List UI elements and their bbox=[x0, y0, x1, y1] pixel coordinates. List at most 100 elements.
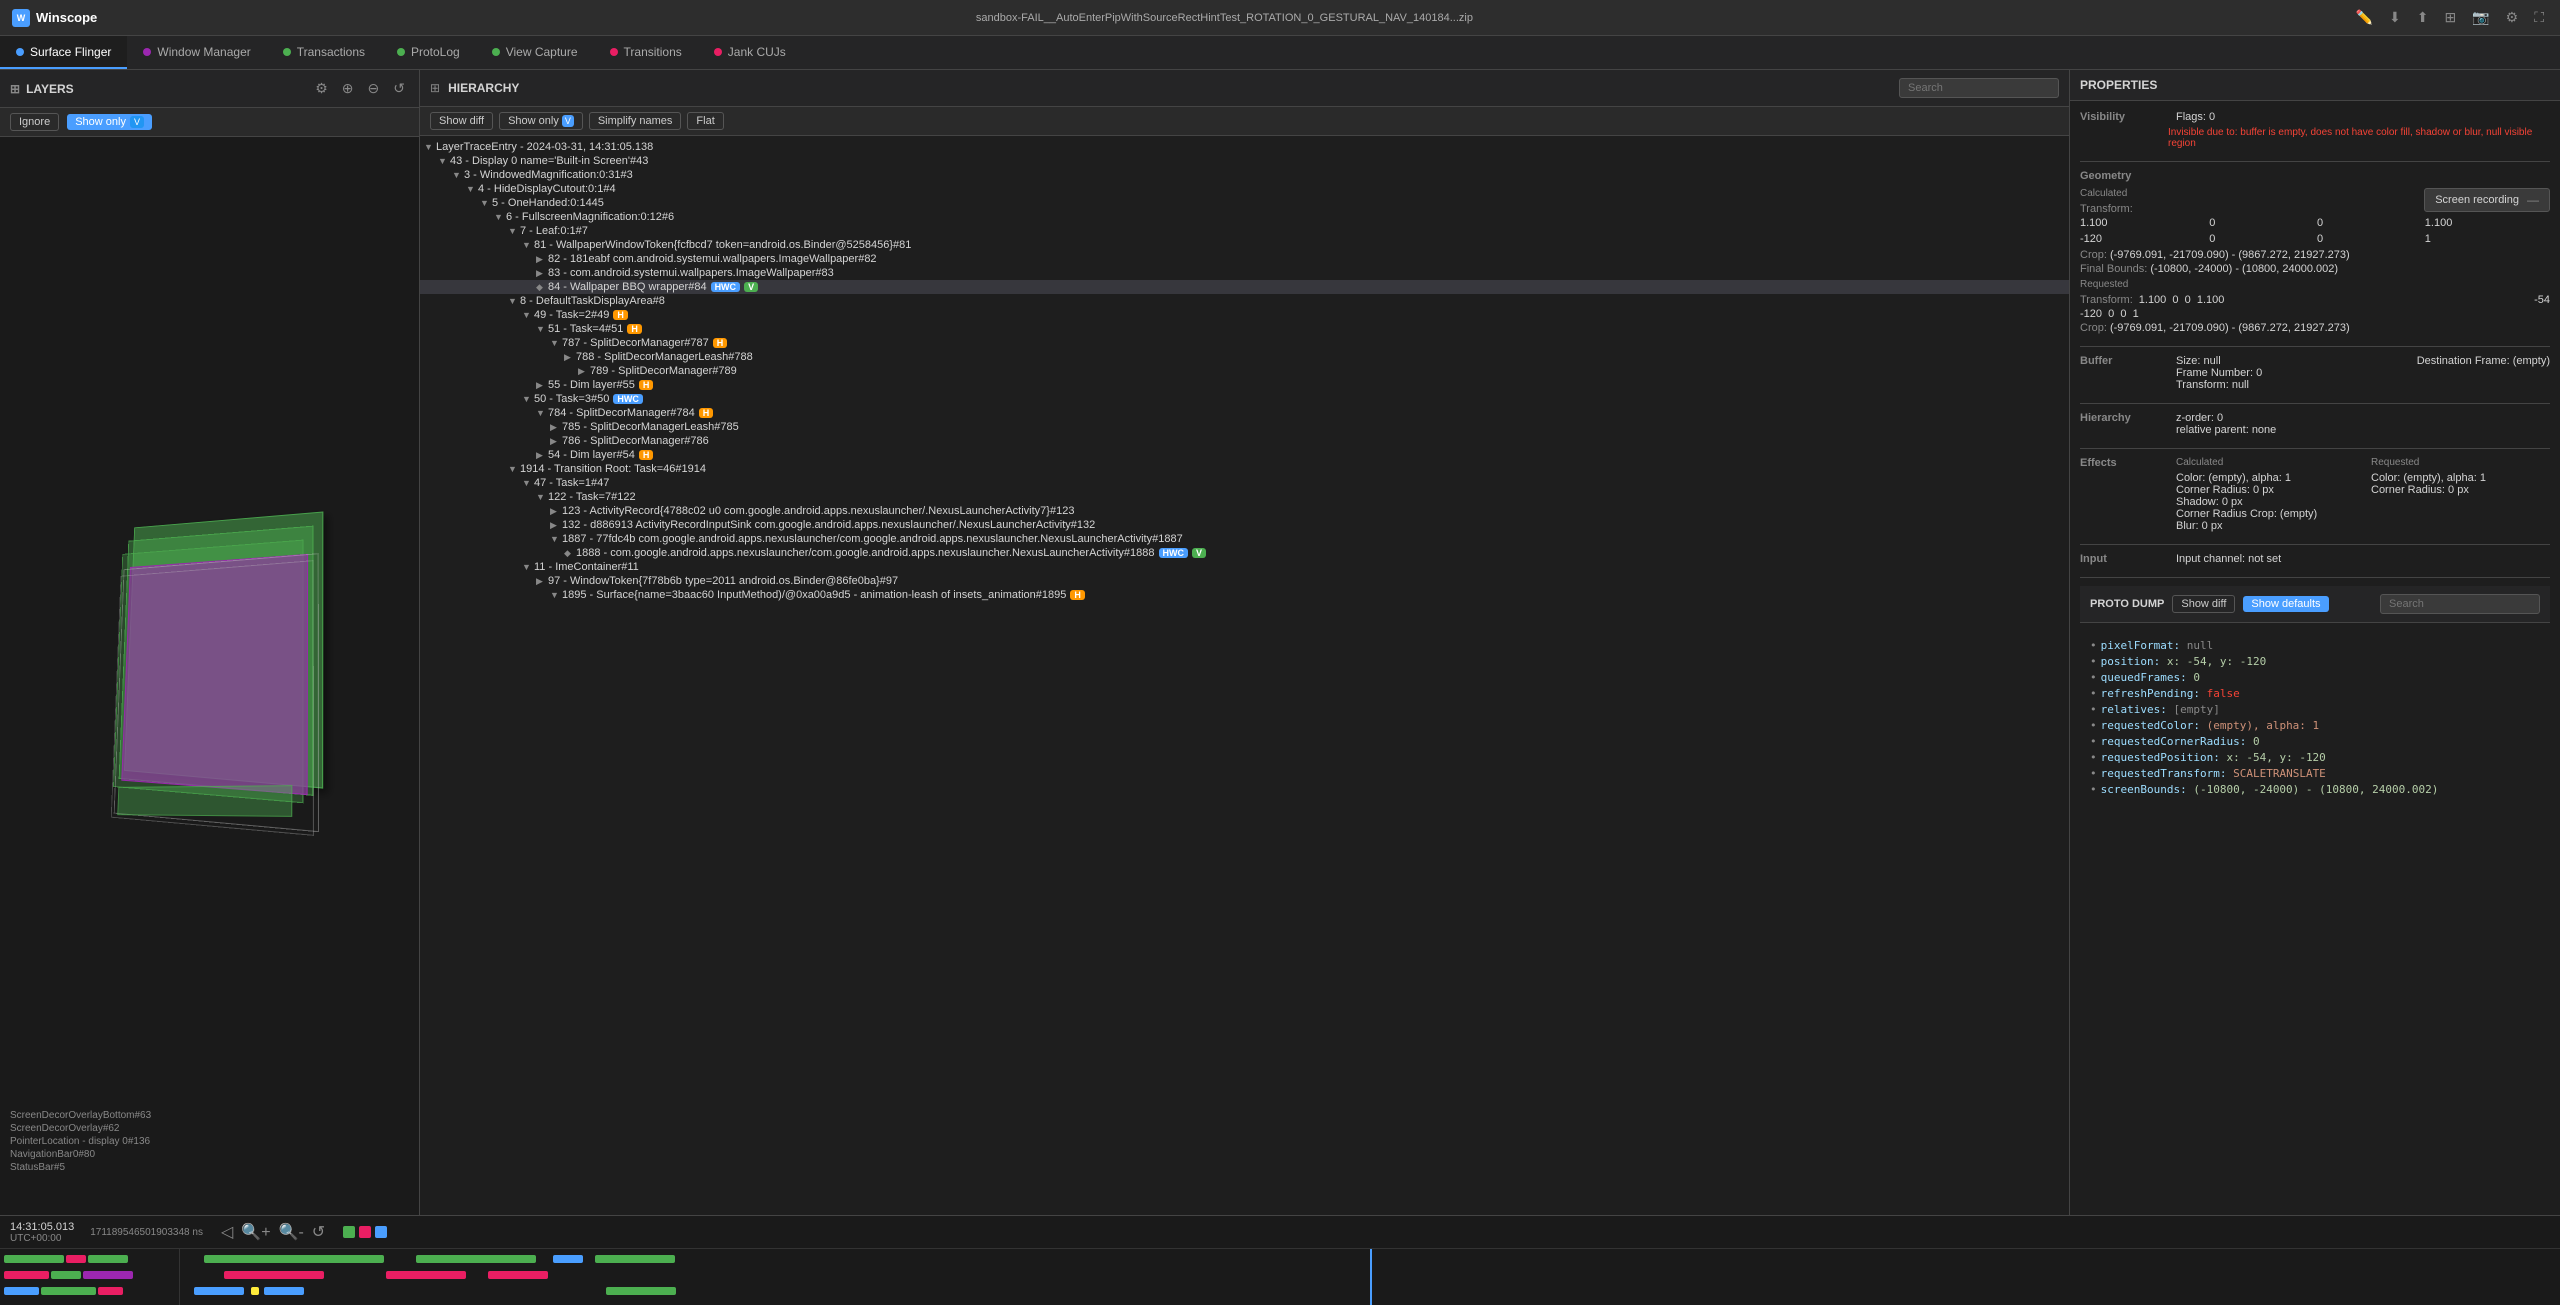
nav-zoom-in-button[interactable]: 🔍+ bbox=[239, 1220, 272, 1244]
hierarchy-show-only-button[interactable]: Show only V bbox=[499, 112, 583, 130]
tab-transitions[interactable]: Transitions bbox=[594, 36, 698, 69]
tree-row[interactable]: ▼49 - Task=2#49H bbox=[420, 308, 2069, 322]
tree-row[interactable]: ▶785 - SplitDecorManagerLeash#785 bbox=[420, 420, 2069, 434]
upload-icon[interactable]: ⬆ bbox=[2413, 7, 2433, 28]
tree-row[interactable]: ▶132 - d886913 ActivityRecordInputSink c… bbox=[420, 518, 2069, 532]
layer-labels: ScreenDecorOverlayBottom#63 ScreenDecorO… bbox=[10, 1110, 151, 1175]
tl-bar-main bbox=[251, 1287, 259, 1295]
tab-jank-cujs[interactable]: Jank CUJs bbox=[698, 36, 802, 69]
tree-row[interactable]: ◆84 - Wallpaper BBQ wrapper#84HWCV bbox=[420, 280, 2069, 294]
tree-row[interactable]: ▼11 - ImeContainer#11 bbox=[420, 560, 2069, 574]
layers-canvas: ScreenDecorOverlayBottom#63 ScreenDecorO… bbox=[0, 137, 419, 1215]
hierarchy-search[interactable] bbox=[1899, 78, 2059, 98]
tab-surface-flinger[interactable]: Surface Flinger bbox=[0, 36, 127, 69]
tree-badge-v: V bbox=[744, 282, 758, 292]
tree-node-text: 43 - Display 0 name='Built-in Screen'#43 bbox=[450, 155, 648, 167]
tree-arrow: ▶ bbox=[550, 520, 562, 531]
layers-zoom-icon[interactable]: ⊕ bbox=[338, 78, 358, 99]
tree-row[interactable]: ▶83 - com.android.systemui.wallpapers.Im… bbox=[420, 266, 2069, 280]
show-diff-button[interactable]: Show diff bbox=[430, 112, 493, 130]
tree-row[interactable]: ▼1914 - Transition Root: Task=46#1914 bbox=[420, 462, 2069, 476]
layers-settings-icon[interactable]: ⚙ bbox=[311, 78, 332, 99]
tree-row[interactable]: ▼1887 - 77fdc4b com.google.android.apps.… bbox=[420, 532, 2069, 546]
tree-row[interactable]: ▶786 - SplitDecorManager#786 bbox=[420, 434, 2069, 448]
tree-row[interactable]: ▼1895 - Surface{name=3baac60 InputMethod… bbox=[420, 588, 2069, 602]
tree-row[interactable]: ▶788 - SplitDecorManagerLeash#788 bbox=[420, 350, 2069, 364]
tree-row[interactable]: ▼8 - DefaultTaskDisplayArea#8 bbox=[420, 294, 2069, 308]
layers-header: ⊞ LAYERS ⚙ ⊕ ⊖ ↺ bbox=[0, 70, 419, 108]
proto-item: •relatives: [empty] bbox=[2090, 703, 2540, 716]
tab-window-manager[interactable]: Window Manager bbox=[127, 36, 266, 69]
tree-arrow: ▶ bbox=[536, 254, 548, 265]
buffer-section: Buffer Size: null Frame Number: 0 Transf… bbox=[2080, 355, 2550, 391]
edit-icon[interactable]: ✏️ bbox=[2352, 7, 2377, 28]
tree-node-text: 785 - SplitDecorManagerLeash#785 bbox=[562, 421, 739, 433]
tree-arrow: ▼ bbox=[550, 338, 562, 348]
tree-node-text: 51 - Task=4#51 bbox=[548, 323, 623, 335]
proto-value: false bbox=[2207, 687, 2240, 700]
simplify-names-button[interactable]: Simplify names bbox=[589, 112, 682, 130]
tab-proto-log[interactable]: ProtoLog bbox=[381, 36, 476, 69]
tree-arrow: ▼ bbox=[550, 590, 562, 600]
screen-recording-close[interactable]: — bbox=[2527, 193, 2539, 207]
tree-arrow: ▼ bbox=[508, 226, 520, 236]
layers-reset-icon[interactable]: ↺ bbox=[389, 78, 409, 99]
tree-row[interactable]: ▶82 - 181eabf com.android.systemui.wallp… bbox=[420, 252, 2069, 266]
tree-row[interactable]: ▼47 - Task=1#47 bbox=[420, 476, 2069, 490]
tree-row[interactable]: ▶97 - WindowToken{7f78b6b type=2011 andr… bbox=[420, 574, 2069, 588]
download-icon[interactable]: ⬇ bbox=[2385, 7, 2405, 28]
tree-row[interactable]: ◆1888 - com.google.android.apps.nexuslau… bbox=[420, 546, 2069, 560]
tree-row[interactable]: ▶789 - SplitDecorManager#789 bbox=[420, 364, 2069, 378]
proto-search[interactable] bbox=[2380, 594, 2540, 614]
tree-node-text: 83 - com.android.systemui.wallpapers.Ima… bbox=[548, 267, 834, 279]
tree-row[interactable]: ▼LayerTraceEntry - 2024-03-31, 14:31:05.… bbox=[420, 140, 2069, 154]
tree-badge-h: H bbox=[639, 450, 654, 460]
tree-row[interactable]: ▼81 - WallpaperWindowToken{fcfbcd7 token… bbox=[420, 238, 2069, 252]
tab-dot-window-manager bbox=[143, 48, 151, 56]
tree-arrow: ▶ bbox=[550, 506, 562, 517]
tree-row[interactable]: ▶55 - Dim layer#55H bbox=[420, 378, 2069, 392]
tree-row[interactable]: ▼51 - Task=4#51H bbox=[420, 322, 2069, 336]
tree-row[interactable]: ▼4 - HideDisplayCutout:0:1#4 bbox=[420, 182, 2069, 196]
tree-row[interactable]: ▼787 - SplitDecorManager#787H bbox=[420, 336, 2069, 350]
nav-zoom-out-button[interactable]: 🔍- bbox=[277, 1220, 306, 1244]
tl-bar-main bbox=[264, 1287, 304, 1295]
ignore-button[interactable]: Ignore bbox=[10, 113, 59, 131]
tab-view-capture[interactable]: View Capture bbox=[476, 36, 594, 69]
expand-icon[interactable]: ⛶ bbox=[2530, 7, 2548, 28]
tree-row[interactable]: ▼5 - OneHanded:0:1445 bbox=[420, 196, 2069, 210]
tree-arrow: ▶ bbox=[536, 576, 548, 587]
tree-arrow: ◆ bbox=[536, 282, 548, 293]
show-only-button[interactable]: Show only V bbox=[67, 114, 152, 130]
nav-prev-button[interactable]: ◁ bbox=[219, 1220, 235, 1244]
tl-bar-main bbox=[595, 1255, 675, 1263]
flat-button[interactable]: Flat bbox=[687, 112, 723, 130]
tree-row[interactable]: ▶123 - ActivityRecord{4788c02 u0 com.goo… bbox=[420, 504, 2069, 518]
tree-node-text: 1895 - Surface{name=3baac60 InputMethod)… bbox=[562, 589, 1066, 601]
camera-icon[interactable]: 📷 bbox=[2468, 7, 2493, 28]
tree-arrow: ▼ bbox=[550, 534, 562, 544]
hierarchy-header: ⊞ HIERARCHY bbox=[420, 70, 2069, 107]
tree-row[interactable]: ▼122 - Task=7#122 bbox=[420, 490, 2069, 504]
proto-show-defaults-button[interactable]: Show defaults bbox=[2243, 596, 2328, 612]
tree-row[interactable]: ▼50 - Task=3#50HWC bbox=[420, 392, 2069, 406]
tree-row[interactable]: ▼6 - FullscreenMagnification:0:12#6 bbox=[420, 210, 2069, 224]
nav-reset-button[interactable]: ↺ bbox=[310, 1220, 327, 1244]
timeline-bar-row-2 bbox=[4, 1269, 175, 1281]
layers-subbar: Ignore Show only V bbox=[0, 108, 419, 137]
proto-item: •requestedColor: (empty), alpha: 1 bbox=[2090, 719, 2540, 732]
tree-row[interactable]: ▼784 - SplitDecorManager#784H bbox=[420, 406, 2069, 420]
timeline-timestamp: 14:31:05.013 UTC+00:00 bbox=[10, 1221, 74, 1244]
tree-node-text: 49 - Task=2#49 bbox=[534, 309, 609, 321]
gear-icon[interactable]: ⚙ bbox=[2502, 7, 2523, 28]
tree-row[interactable]: ▼7 - Leaf:0:1#7 bbox=[420, 224, 2069, 238]
tab-dot-surface-flinger bbox=[16, 48, 24, 56]
tree-row[interactable]: ▶54 - Dim layer#54H bbox=[420, 448, 2069, 462]
proto-show-diff-button[interactable]: Show diff bbox=[2172, 595, 2235, 613]
grid-icon[interactable]: ⊞ bbox=[2440, 7, 2460, 28]
tab-transactions[interactable]: Transactions bbox=[267, 36, 381, 69]
layers-zoom-out-icon[interactable]: ⊖ bbox=[364, 78, 384, 99]
tree-row[interactable]: ▼43 - Display 0 name='Built-in Screen'#4… bbox=[420, 154, 2069, 168]
properties-content: Visibility Flags: 0 Invisible due to: bu… bbox=[2070, 101, 2560, 1215]
tree-row[interactable]: ▼3 - WindowedMagnification:0:31#3 bbox=[420, 168, 2069, 182]
